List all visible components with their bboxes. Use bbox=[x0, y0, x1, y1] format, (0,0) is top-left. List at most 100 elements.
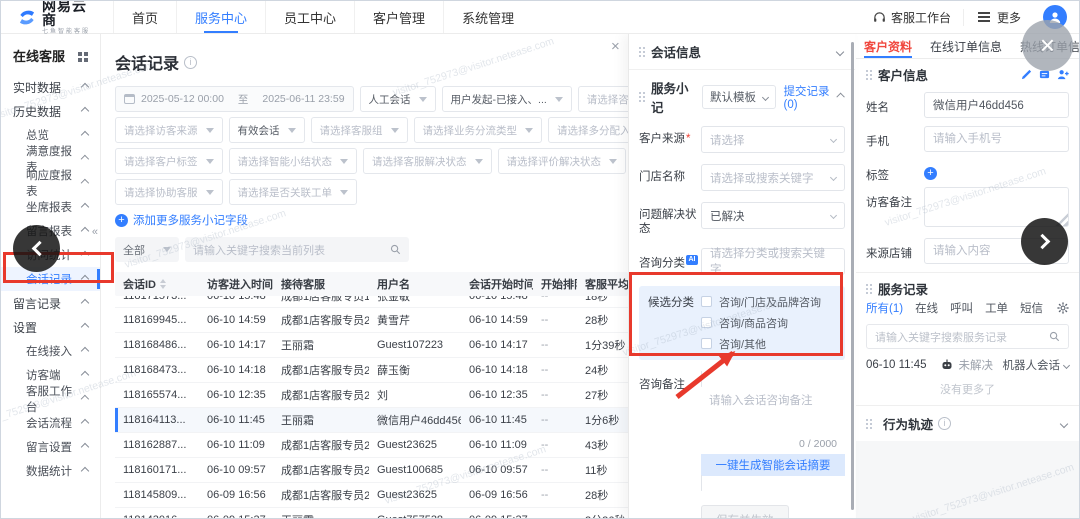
service-record-tab[interactable]: 所有(1) bbox=[866, 300, 903, 316]
candidate-option[interactable]: 咨询/商品咨询 bbox=[701, 315, 836, 331]
column-header[interactable]: 接待客服 bbox=[273, 276, 369, 292]
candidate-option[interactable]: 咨询/其他 bbox=[701, 336, 836, 352]
sidebar-item[interactable]: 会话记录 bbox=[1, 267, 100, 291]
column-header[interactable]: 用户名 bbox=[369, 276, 461, 292]
resolve-status-select[interactable]: 已解决 bbox=[701, 202, 845, 229]
template-select[interactable]: 默认模板 bbox=[702, 85, 776, 109]
records-gear-icon[interactable] bbox=[1057, 302, 1069, 314]
panel-tab[interactable]: 客户资料 bbox=[864, 34, 912, 58]
service-record-item[interactable]: 06-10 11:45 未解决 机器人会话 bbox=[866, 357, 1069, 373]
record-type-toggle[interactable]: 机器人会话 bbox=[1003, 357, 1070, 373]
add-tag-icon[interactable] bbox=[924, 167, 937, 180]
sidebar-item[interactable]: 数据统计 bbox=[1, 459, 100, 483]
apps-grid-icon[interactable] bbox=[78, 52, 82, 56]
table-row[interactable]: 118145809... 06-09 16:56 成都1店客服专员2 Guest… bbox=[115, 483, 628, 508]
consult-category-input[interactable]: 请选择分类或搜索关键字 bbox=[701, 248, 845, 275]
add-more-fields-link[interactable]: 添加更多服务小记字段 bbox=[115, 212, 628, 228]
brand-logo[interactable]: 网易云商 七鱼智能客服 bbox=[1, 0, 113, 35]
edit-icon[interactable] bbox=[1021, 69, 1032, 80]
table-row[interactable]: 118168486... 06-10 14:17 王丽霜 Guest107223… bbox=[115, 333, 628, 358]
nav-item[interactable]: 服务中心 bbox=[176, 1, 265, 33]
name-input[interactable] bbox=[924, 92, 1069, 118]
keyword-search-input[interactable]: 请输入关键字搜索当前列表 bbox=[185, 237, 409, 262]
drag-handle-icon[interactable] bbox=[866, 70, 872, 80]
nav-item[interactable]: 首页 bbox=[113, 1, 176, 33]
chevron-down-icon[interactable] bbox=[1060, 419, 1068, 427]
date-range-filter[interactable]: 2025-05-12 00:00 至 2025-06-11 23:59 bbox=[115, 86, 354, 112]
sidebar-item[interactable]: 留言记录 bbox=[1, 291, 100, 315]
nav-item[interactable]: 员工中心 bbox=[265, 1, 354, 33]
filter-select[interactable]: 人工会话 bbox=[360, 86, 436, 112]
table-row[interactable]: 118162887... 06-10 11:09 成都1店客服专员2 Guest… bbox=[115, 433, 628, 458]
table-row[interactable]: 118165574... 06-10 12:35 成都1店客服专员2 刘 06-… bbox=[115, 383, 628, 408]
drag-handle-icon[interactable] bbox=[639, 47, 645, 57]
scope-select[interactable]: 全部 bbox=[115, 237, 179, 262]
column-header[interactable]: 访客进入时间 bbox=[199, 276, 273, 292]
filter-select[interactable]: 请选择是否关联工单 bbox=[229, 179, 358, 205]
filter-select[interactable]: 请选择业务分流类型 bbox=[414, 117, 543, 143]
more-menu-button[interactable]: 更多 bbox=[963, 9, 1033, 26]
drag-handle-icon[interactable] bbox=[866, 284, 872, 294]
carousel-next-button[interactable] bbox=[1021, 218, 1068, 265]
phone-input[interactable] bbox=[924, 126, 1069, 152]
chevron-down-icon[interactable] bbox=[836, 47, 844, 55]
column-header[interactable]: 客服平均响 bbox=[577, 276, 628, 292]
overlay-close-button[interactable]: × bbox=[1022, 20, 1073, 71]
add-contact-icon[interactable] bbox=[1057, 69, 1069, 80]
filter-select[interactable]: 请选择评价解决状态 bbox=[498, 148, 627, 174]
sidebar-item[interactable]: 坐席报表 bbox=[1, 195, 100, 219]
service-record-tab[interactable]: 呼叫 bbox=[950, 300, 973, 316]
nav-item[interactable]: 客户管理 bbox=[354, 1, 443, 33]
info-icon[interactable] bbox=[184, 56, 197, 69]
service-record-tab[interactable]: 工单 bbox=[985, 300, 1008, 316]
sidebar-item[interactable]: 留言设置 bbox=[1, 435, 100, 459]
filter-select[interactable]: 有效会话 bbox=[229, 117, 305, 143]
service-record-tab[interactable]: 在线 bbox=[915, 300, 938, 316]
customer-source-select[interactable]: 请选择 bbox=[701, 126, 845, 153]
table-row[interactable]: 118160171... 06-10 09:57 成都1店客服专员2 Guest… bbox=[115, 458, 628, 483]
drag-handle-icon[interactable] bbox=[866, 419, 872, 429]
column-header[interactable]: 会话开始时间 bbox=[461, 276, 533, 292]
checkbox-icon[interactable] bbox=[701, 296, 712, 307]
sidebar-item[interactable]: 实时数据 bbox=[1, 75, 100, 99]
sidebar-item[interactable]: 会话流程 bbox=[1, 411, 100, 435]
nav-item[interactable]: 系统管理 bbox=[443, 1, 532, 33]
table-row[interactable]: 118169945... 06-10 14:59 成都1店客服专员2 黄雪芹 0… bbox=[115, 308, 628, 333]
consult-remark-textarea[interactable] bbox=[701, 386, 845, 438]
filter-select[interactable]: 请选择多分配入口 bbox=[548, 117, 628, 143]
table-row[interactable]: 118143016... 06-09 15:37 王丽霜 Guest757538… bbox=[115, 508, 628, 518]
panel-tab[interactable]: 在线订单信息 bbox=[930, 34, 1002, 58]
sidebar-item[interactable]: 历史数据 bbox=[1, 99, 100, 123]
filter-select[interactable]: 请选择访客来源 bbox=[115, 117, 223, 143]
candidate-option[interactable]: 咨询/门店及品牌咨询 bbox=[701, 294, 836, 310]
table-row[interactable]: 118164113... 06-10 11:45 王丽霜 微信用户46dd456… bbox=[115, 408, 628, 433]
checkbox-icon[interactable] bbox=[701, 317, 712, 328]
service-record-tab[interactable]: 短信 bbox=[1020, 300, 1043, 316]
filter-select[interactable]: 请选择客户标签 bbox=[115, 148, 223, 174]
save-button[interactable]: 保存并生效 bbox=[701, 505, 789, 518]
sidebar-collapse-icon[interactable]: « bbox=[92, 226, 98, 238]
filter-select[interactable]: 请选择咨询分类 bbox=[578, 86, 628, 112]
sidebar-item[interactable]: 在线接入 bbox=[1, 339, 100, 363]
store-name-select[interactable]: 请选择或搜索关键字 bbox=[701, 164, 845, 191]
table-row[interactable]: 118171573... 06-10 15:48 成都1店客服专员1 张金敏 0… bbox=[115, 296, 628, 308]
ai-summary-button[interactable]: 一键生成智能会话摘要 bbox=[701, 454, 845, 476]
drag-handle-icon[interactable] bbox=[639, 92, 645, 102]
filter-select[interactable]: 请选择客服解决状态 bbox=[363, 148, 492, 174]
sidebar-item[interactable]: 设置 bbox=[1, 315, 100, 339]
filter-select[interactable]: 请选择协助客服 bbox=[115, 179, 223, 205]
sidebar-item[interactable]: 响应度报表 bbox=[1, 171, 100, 195]
drawer-close-icon[interactable]: × bbox=[611, 39, 620, 54]
carousel-prev-button[interactable] bbox=[13, 225, 60, 272]
filter-select[interactable]: 请选择智能小结状态 bbox=[229, 148, 358, 174]
column-header[interactable]: 会话ID bbox=[115, 276, 199, 292]
table-row[interactable]: 118168473... 06-10 14:18 成都1店客服专员2 薛玉衡 0… bbox=[115, 358, 628, 383]
column-header[interactable]: 开始排队时间 bbox=[533, 276, 577, 292]
sidebar-item[interactable]: 客服工作台 bbox=[1, 387, 100, 411]
workbench-button[interactable]: 客服工作台 bbox=[861, 9, 963, 26]
submit-records-link[interactable]: 提交记录(0) bbox=[784, 83, 838, 111]
filter-select[interactable]: 用户发起-已接入、... bbox=[442, 86, 572, 112]
filter-select[interactable]: 请选择客服组 bbox=[311, 117, 408, 143]
checkbox-icon[interactable] bbox=[701, 338, 712, 349]
record-search-input[interactable]: 请输入关键字搜索服务记录 bbox=[866, 324, 1069, 349]
